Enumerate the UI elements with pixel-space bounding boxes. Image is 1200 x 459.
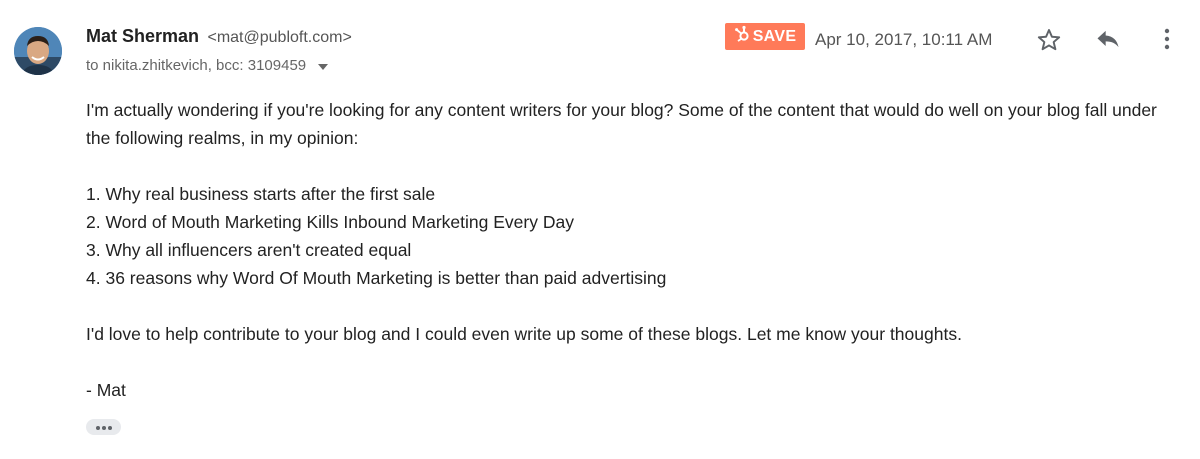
reply-icon[interactable] <box>1094 27 1122 56</box>
star-icon[interactable] <box>1036 27 1062 58</box>
body-signature: - Mat <box>86 380 126 400</box>
body-list-item: 1. Why real business starts after the fi… <box>86 184 436 204</box>
body-list-item: 4. 36 reasons why Word Of Mouth Marketin… <box>86 268 667 288</box>
vertical-dots-icon[interactable] <box>1160 26 1174 57</box>
body-closing: I'd love to help contribute to your blog… <box>86 324 962 344</box>
recipients-text: to nikita.zhitkevich, bcc: 3109459 <box>86 57 307 74</box>
save-button[interactable]: SAVE <box>725 23 805 50</box>
ellipsis-icon <box>94 418 114 436</box>
hubspot-sprocket-icon <box>734 25 750 48</box>
avatar[interactable] <box>14 27 62 75</box>
message-body: I'm actually wondering if you're looking… <box>86 96 1186 404</box>
show-trimmed-content-button[interactable] <box>86 419 121 435</box>
body-list-item: 2. Word of Mouth Marketing Kills Inbound… <box>86 212 574 232</box>
save-label: SAVE <box>752 27 797 45</box>
caret-down-icon[interactable] <box>318 57 329 74</box>
timestamp: Apr 10, 2017, 10:11 AM <box>815 30 993 49</box>
sender-email: <mat@publoft.com> <box>207 29 352 46</box>
body-intro: I'm actually wondering if you're looking… <box>86 100 1157 148</box>
body-list-item: 3. Why all influencers aren't created eq… <box>86 240 412 260</box>
sender-name[interactable]: Mat Sherman <box>86 26 199 46</box>
recipients-toggle[interactable]: to nikita.zhitkevich, bcc: 3109459 <box>86 57 329 75</box>
sender-line: Mat Sherman <mat@publoft.com> <box>86 26 352 47</box>
